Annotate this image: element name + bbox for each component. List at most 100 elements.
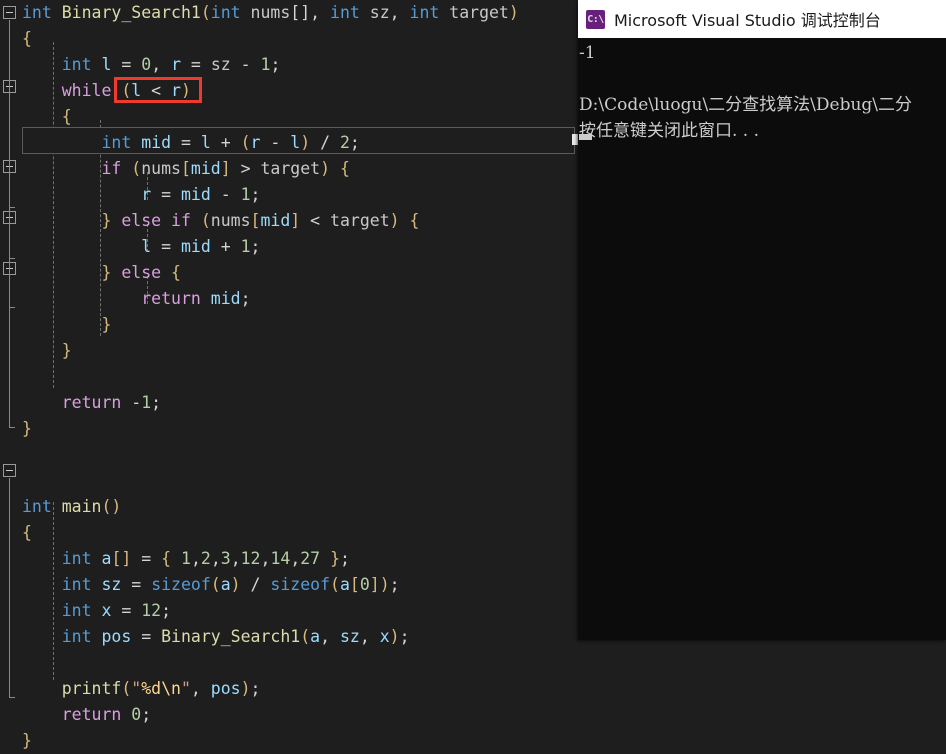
code-line[interactable]: int x = 12; — [22, 598, 171, 624]
code-line[interactable] — [22, 442, 32, 468]
code-token: - — [260, 133, 291, 152]
code-token: r — [141, 185, 152, 204]
code-token: , — [151, 55, 172, 74]
code-token: 27 — [300, 549, 321, 568]
code-line[interactable]: } — [22, 416, 32, 442]
code-token: int — [61, 549, 92, 568]
code-token: ] — [220, 159, 231, 178]
code-token: else — [121, 211, 162, 230]
code-token: / — [310, 133, 340, 152]
code-token: 0 — [359, 575, 370, 594]
code-token: / — [240, 575, 271, 594]
code-token: ( — [121, 679, 132, 698]
code-token: else — [121, 263, 162, 282]
code-line[interactable]: printf("%d\n", pos); — [22, 676, 261, 702]
code-token: { — [61, 107, 72, 126]
code-token: main — [61, 497, 102, 516]
code-token: r — [250, 133, 261, 152]
collapse-toggle-icon[interactable] — [3, 464, 16, 477]
code-token: = — [181, 55, 211, 74]
collapse-toggle-icon[interactable] — [3, 6, 16, 19]
code-line[interactable] — [22, 364, 32, 390]
code-line[interactable]: return 0; — [22, 702, 151, 728]
code-line[interactable]: } else { — [22, 260, 181, 286]
code-line[interactable]: { — [22, 104, 72, 130]
code-line[interactable] — [22, 650, 32, 676]
code-token: nums — [141, 159, 181, 178]
code-token: a — [310, 627, 321, 646]
code-token: mid — [210, 289, 241, 308]
code-token: 1 — [181, 549, 191, 568]
code-line[interactable]: int pos = Binary_Search1(a, sz, x); — [22, 624, 410, 650]
code-token: 0 — [131, 705, 142, 724]
console-title-bar[interactable]: C:\ Microsoft Visual Studio 调试控制台 — [578, 0, 946, 38]
code-token: ; — [270, 55, 281, 74]
code-line[interactable]: return mid; — [22, 286, 250, 312]
code-token: mid — [180, 185, 211, 204]
debug-console-window[interactable]: C:\ Microsoft Visual Studio 调试控制台 -1 D:\… — [578, 0, 946, 640]
code-line[interactable] — [22, 468, 32, 494]
code-token: ) — [379, 575, 390, 594]
code-token: < — [300, 211, 331, 230]
code-line[interactable]: int main() — [22, 494, 121, 520]
console-line: -1 — [579, 43, 596, 63]
console-icon-glyph: C:\ — [587, 13, 604, 25]
code-line[interactable]: } — [22, 728, 32, 754]
code-token: , — [190, 679, 211, 698]
code-token: l — [101, 55, 112, 74]
code-token: , — [359, 627, 380, 646]
code-token: ) — [240, 679, 251, 698]
code-token: x — [101, 601, 112, 620]
code-token: while — [61, 81, 112, 100]
console-line: D:\Code\luogu\二分查找算法\Debug\二分 — [579, 95, 913, 115]
code-token: 2 — [339, 133, 350, 152]
code-line[interactable]: int sz = sizeof(a) / sizeof(a[0]); — [22, 572, 400, 598]
code-token: ; — [250, 237, 261, 256]
code-token: pos — [101, 627, 132, 646]
code-token: ; — [141, 705, 152, 724]
code-token: target — [449, 3, 509, 22]
code-line[interactable]: int Binary_Search1(int nums[], int sz, i… — [22, 0, 519, 26]
code-token: [], — [290, 3, 321, 22]
code-token: ) — [320, 159, 331, 178]
code-line[interactable]: int mid = l + (r - l) / 2; — [22, 130, 359, 156]
code-line[interactable]: } — [22, 312, 111, 338]
code-line[interactable]: if (nums[mid] > target) { — [22, 156, 349, 182]
code-line[interactable]: } else if (nums[mid] < target) { — [22, 208, 419, 234]
outline-foot — [9, 427, 15, 428]
code-token: sizeof — [270, 575, 331, 594]
console-output-area[interactable]: -1 D:\Code\luogu\二分查找算法\Debug\二分 按任意键关闭此… — [578, 38, 946, 640]
code-token: , — [230, 549, 241, 568]
code-line[interactable]: { — [22, 26, 32, 52]
code-line[interactable]: r = mid - 1; — [22, 182, 260, 208]
code-token: , — [210, 549, 221, 568]
code-token: ; — [340, 549, 350, 568]
code-line[interactable]: { — [22, 520, 32, 546]
code-line[interactable]: } — [22, 338, 72, 364]
code-token: { — [161, 549, 172, 568]
code-token: 1 — [260, 55, 271, 74]
console-app-icon: C:\ — [586, 9, 605, 29]
code-token: ( — [330, 575, 340, 594]
code-line[interactable]: int a[] = { 1,2,3,12,14,27 }; — [22, 546, 350, 572]
editor-gutter[interactable] — [0, 0, 22, 731]
code-token: if — [171, 211, 191, 230]
code-line[interactable]: return -1; — [22, 390, 161, 416]
code-line[interactable]: int l = 0, r = sz - 1; — [22, 52, 281, 78]
code-token: mid — [180, 237, 211, 256]
code-line[interactable]: l = mid + 1; — [22, 234, 260, 260]
code-token: nums — [210, 211, 251, 230]
